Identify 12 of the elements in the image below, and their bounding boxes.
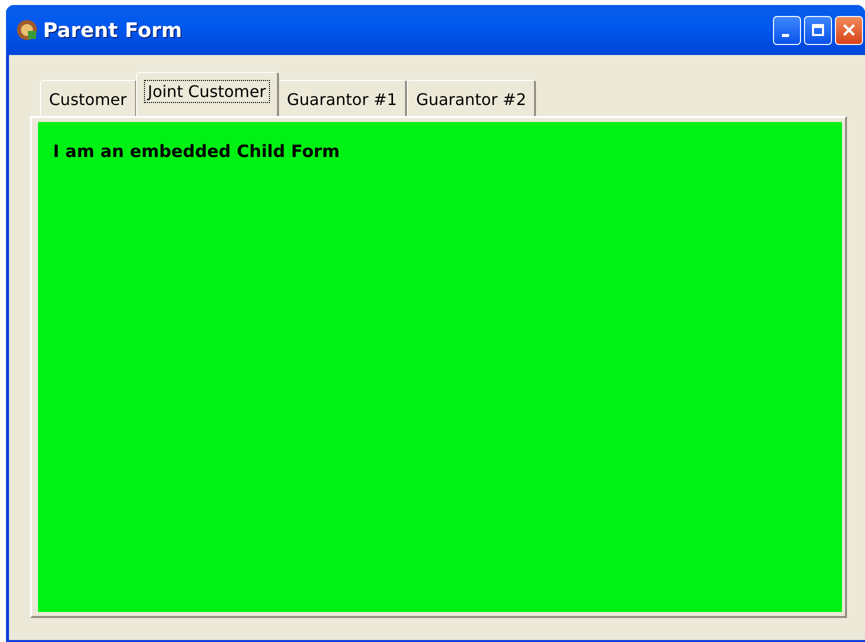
minimize-icon	[782, 34, 788, 36]
tab[interactable]: Guarantor #2	[407, 80, 536, 116]
maximize-icon	[809, 21, 827, 39]
close-button[interactable]	[835, 16, 863, 44]
child-form-text: I am an embedded Child Form	[53, 142, 340, 162]
tab[interactable]: Guarantor #1	[278, 80, 408, 116]
maximize-button[interactable]	[804, 16, 832, 44]
window-title: Parent Form	[43, 18, 184, 42]
tab[interactable]: Joint Customer	[136, 72, 279, 116]
app-icon	[16, 19, 38, 41]
tab[interactable]: Customer	[40, 80, 137, 116]
minimize-button[interactable]	[773, 16, 801, 44]
